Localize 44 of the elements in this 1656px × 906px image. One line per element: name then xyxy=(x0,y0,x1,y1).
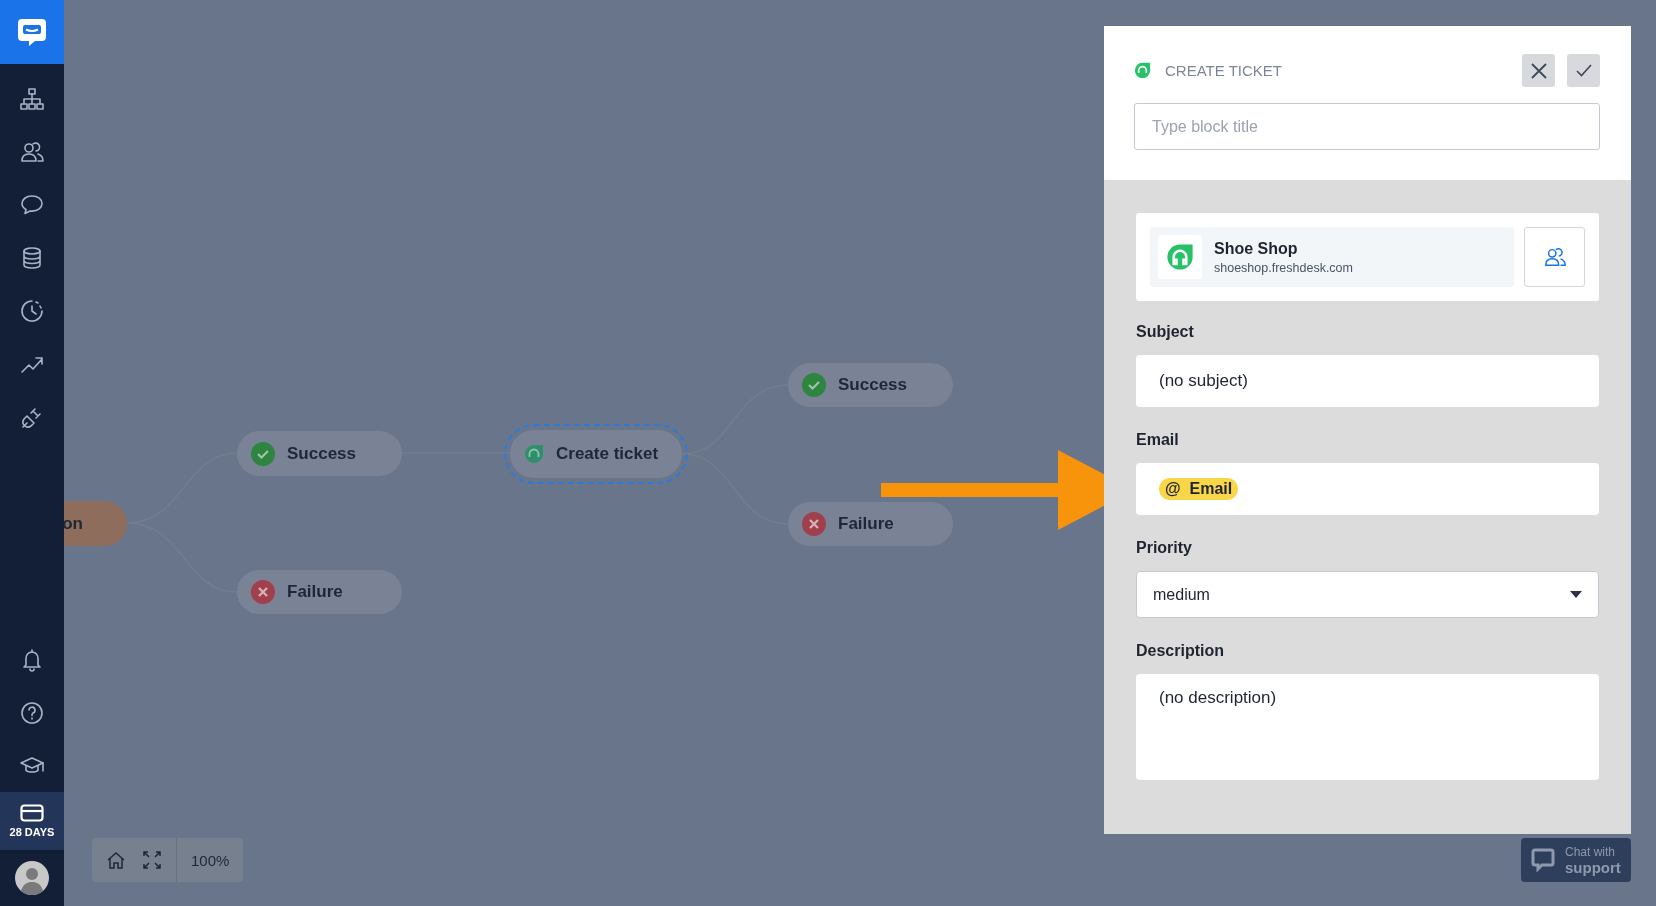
history-icon[interactable] xyxy=(19,297,45,324)
check-circle-icon xyxy=(251,441,275,466)
check-circle-icon xyxy=(802,373,826,397)
credit-card-icon xyxy=(20,804,44,822)
contacts-button[interactable] xyxy=(1524,227,1585,287)
error-circle-icon xyxy=(251,580,275,604)
chat-support-button[interactable]: Chat with support xyxy=(1521,838,1631,882)
headset-icon xyxy=(1166,243,1194,271)
help-icon[interactable] xyxy=(19,699,45,726)
flow-node[interactable]: Success xyxy=(237,431,402,476)
chat-bubble-icon xyxy=(1531,848,1555,872)
variable-tag[interactable]: @ Email xyxy=(1159,478,1239,500)
flow-node[interactable]: Failure xyxy=(788,502,953,546)
email-field[interactable]: @ Email xyxy=(1136,463,1599,515)
headset-icon xyxy=(524,444,544,464)
field-label: Email xyxy=(1136,431,1180,449)
avatar-icon[interactable] xyxy=(15,861,49,895)
error-circle-icon xyxy=(802,512,826,536)
field-label: Subject xyxy=(1136,323,1195,341)
account-name: Shoe Shop xyxy=(1214,239,1299,258)
home-icon[interactable] xyxy=(106,850,126,870)
flow-node[interactable]: Success xyxy=(788,363,953,407)
block-title-field[interactable]: Type block title xyxy=(1134,103,1600,150)
logo-icon[interactable] xyxy=(16,16,48,48)
account-domain: shoeshop.freshdesk.com xyxy=(1214,260,1353,275)
fullscreen-icon[interactable] xyxy=(143,851,161,869)
confirm-button[interactable] xyxy=(1567,54,1600,87)
headset-icon xyxy=(1134,62,1151,79)
sitemap-icon[interactable] xyxy=(19,85,45,112)
field-label: Description xyxy=(1136,642,1225,660)
zoom-level[interactable]: 100% xyxy=(176,838,244,882)
dropdown-caret-icon xyxy=(1570,591,1582,598)
close-button[interactable] xyxy=(1522,54,1555,87)
users-icon xyxy=(1542,245,1567,269)
close-icon xyxy=(1530,62,1547,79)
flow-node[interactable]: Failure xyxy=(237,570,402,614)
priority-dropdown[interactable]: medium xyxy=(1136,571,1599,618)
trial-badge[interactable]: 28 DAYS xyxy=(0,792,64,850)
account-selector[interactable]: Shoe Shop shoeshop.freshdesk.com xyxy=(1150,227,1514,287)
panel-title: CREATE TICKET xyxy=(1165,62,1283,79)
field-label: Priority xyxy=(1136,539,1193,557)
description-field[interactable]: (no description) xyxy=(1136,674,1599,780)
subject-field[interactable]: (no subject) xyxy=(1136,355,1599,407)
check-icon xyxy=(1575,64,1592,77)
